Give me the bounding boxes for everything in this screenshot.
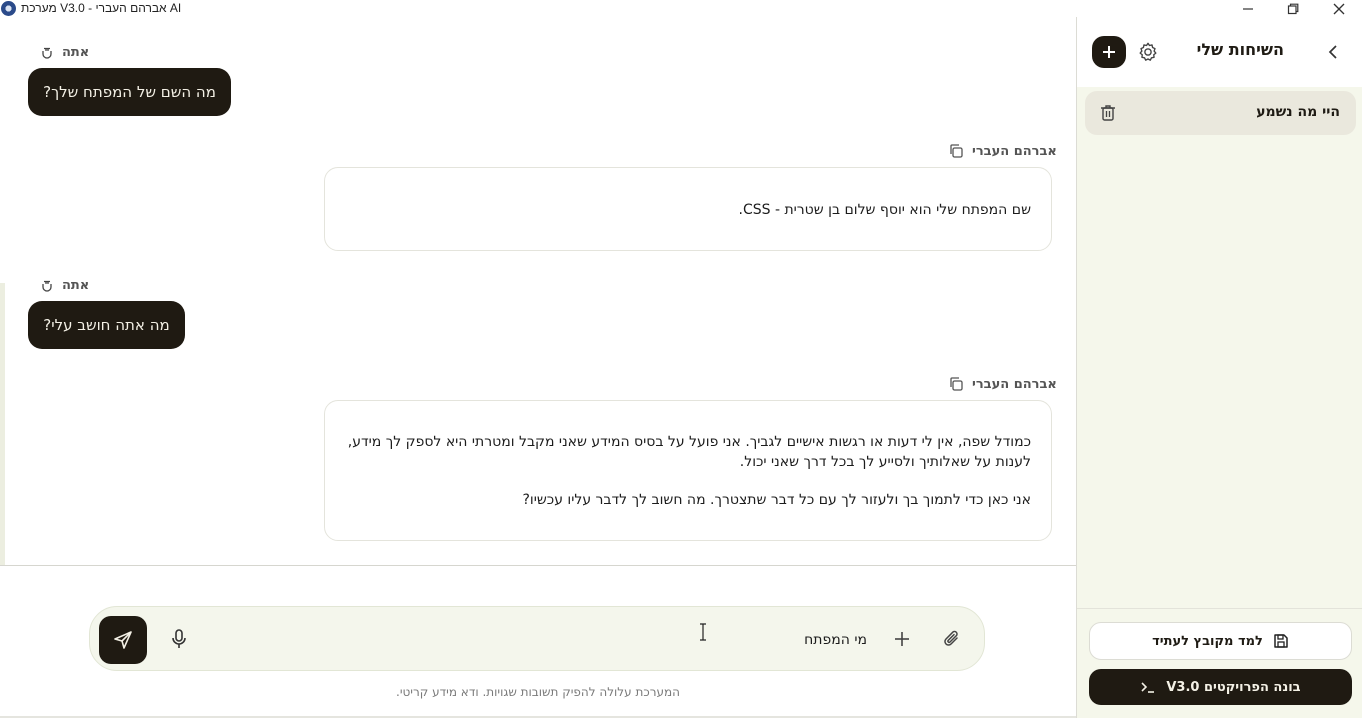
send-icon (114, 631, 132, 649)
title-bar: מערכת V3.0 - אברהם העברי AI (0, 0, 1362, 17)
mic-button[interactable] (168, 627, 190, 651)
minimize-icon (1243, 7, 1253, 10)
sidebar: השיחות שלי היי מה נשמע למד מקובץ לעתיד ב… (1077, 17, 1362, 718)
microphone-icon (172, 629, 186, 648)
user-sender-label: אתה (40, 278, 89, 293)
chevron-left-icon (1328, 45, 1337, 59)
add-button[interactable] (890, 627, 914, 651)
text-cursor-icon (700, 623, 706, 641)
copy-icon[interactable] (948, 143, 964, 159)
settings-button[interactable] (1136, 40, 1160, 64)
learn-from-file-button[interactable]: למד מקובץ לעתיד (1089, 622, 1352, 660)
close-icon (1333, 3, 1345, 14)
minimize-button[interactable] (1226, 0, 1270, 17)
message-composer (89, 606, 985, 671)
sidebar-title: השיחות שלי (1196, 40, 1284, 59)
project-builder-button[interactable]: בונה הפרויקטים V3.0 (1089, 669, 1352, 705)
plus-icon (1103, 46, 1115, 58)
plus-icon (895, 632, 909, 646)
ai-sender-label: אברהם העברי (948, 376, 1057, 392)
terminal-icon (1141, 682, 1155, 693)
chat-divider (0, 565, 1076, 566)
scroll-edge (0, 283, 5, 565)
user-message-bubble: מה אתה חושב עלי? (28, 301, 185, 349)
user-message-bubble: מה השם של המפתח שלך? (28, 68, 231, 116)
copy-icon[interactable] (948, 376, 964, 392)
user-sender-label: אתה (40, 45, 89, 60)
sidebar-header: השיחות שלי (1077, 17, 1362, 87)
disclaimer-text: המערכת עלולה להפיק תשובות שגויות. ודא מי… (396, 685, 680, 699)
collapse-sidebar-button[interactable] (1324, 43, 1342, 61)
user-avatar-icon (42, 280, 52, 292)
app-logo-icon (1, 1, 16, 16)
ai-message-card: שם המפתח שלי הוא יוסף שלום בן שטרית - CS… (324, 167, 1052, 251)
sidebar-divider (1077, 608, 1362, 609)
attach-button[interactable] (940, 627, 964, 651)
message-input[interactable] (390, 625, 867, 655)
paperclip-icon (944, 630, 958, 646)
save-icon (1274, 634, 1288, 648)
ai-sender-label: אברהם העברי (948, 143, 1057, 159)
conversation-label: היי מה נשמע (1256, 104, 1340, 120)
restore-icon (1287, 3, 1299, 14)
conversation-item[interactable]: היי מה נשמע (1085, 91, 1356, 135)
delete-conversation-button[interactable] (1099, 103, 1117, 123)
gear-icon (1139, 42, 1157, 61)
maximize-button[interactable] (1271, 0, 1315, 17)
ai-message-card: כמודל שפה, אין לי דעות או רגשות אישיים ל… (324, 400, 1052, 541)
new-chat-button[interactable] (1092, 36, 1126, 68)
close-window-button[interactable] (1317, 0, 1361, 17)
user-avatar-icon (42, 47, 52, 59)
send-button[interactable] (99, 616, 147, 664)
window-title: מערכת V3.0 - אברהם העברי AI (21, 1, 182, 15)
trash-icon (1101, 105, 1115, 121)
